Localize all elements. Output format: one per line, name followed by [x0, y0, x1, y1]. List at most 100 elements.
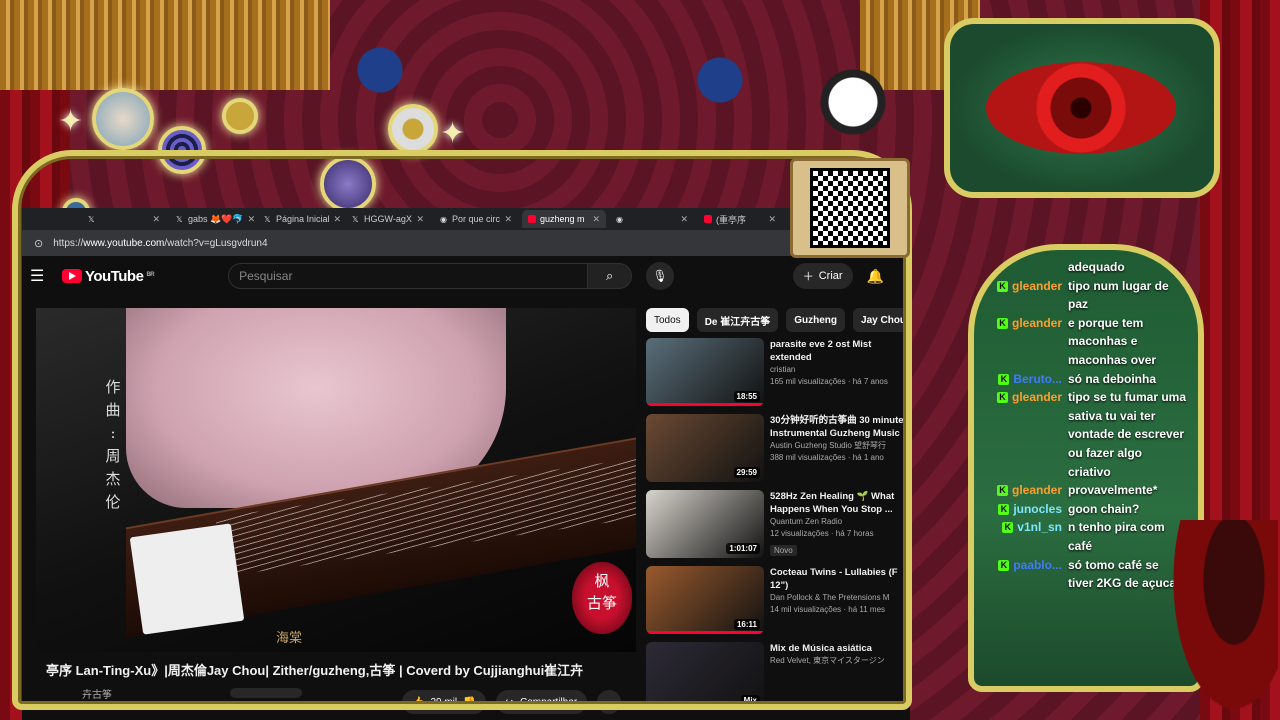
recommendation-meta: 528Hz Zen Healing 🌱 What Happens When Yo…: [770, 490, 906, 566]
channel-seal: 枫 古筝: [572, 562, 632, 634]
composer-calligraphy: 作曲: 周杰伦: [102, 376, 124, 514]
close-icon[interactable]: ✕: [768, 214, 776, 225]
recommendation-channel[interactable]: cristian: [770, 364, 906, 376]
avatar-orb-pineapple: [388, 104, 438, 154]
recommendation-item[interactable]: Mix Mix de Música asiática Red Velvet, 東京マ…: [646, 642, 906, 718]
chat-message-text: e porque tem maconhas e maconhas over: [1068, 315, 1157, 367]
menu-icon[interactable]: ☰: [30, 266, 48, 286]
browser-tab[interactable]: 𝕏 ✕: [82, 210, 166, 228]
address-bar: ⊙ https://www.youtube.com/watch?v=gLusgv…: [22, 230, 910, 256]
browser-tab[interactable]: guzheng m ✕: [522, 210, 606, 228]
recommendation-channel[interactable]: Quantum Zen Radio: [770, 516, 906, 528]
recommendation-item[interactable]: 18:55 parasite eve 2 ost Mist extended cri…: [646, 338, 906, 414]
recommendation-item[interactable]: 1:01:07 528Hz Zen Healing 🌱 What Happens …: [646, 490, 906, 566]
calligraphy-char: 曲: [105, 401, 121, 419]
kick-badge-icon: K: [1002, 522, 1014, 534]
filter-chip[interactable]: Guzheng: [786, 308, 846, 332]
close-icon[interactable]: ✕: [152, 214, 160, 225]
channel-name[interactable]: 卉古筝: [82, 686, 112, 701]
search-input[interactable]: [228, 263, 589, 289]
new-badge: Novo: [770, 545, 797, 556]
recommendation-title[interactable]: 528Hz Zen Healing 🌱 What Happens When Yo…: [770, 490, 906, 516]
chat-username-text[interactable]: v1nl_sn: [1017, 518, 1062, 555]
youtube-logo[interactable]: YouTube BR: [62, 268, 155, 285]
filter-chip[interactable]: De 崔江卉古筝: [696, 308, 779, 332]
browser-tab[interactable]: ◉ ✕: [610, 210, 694, 228]
search-button[interactable]: ⌕: [588, 263, 633, 289]
calligraphy-char: :: [110, 424, 116, 442]
tab-strip: 𝕏 ✕ 𝕏gabs 🦊❤️🐬 ✕ 𝕏 Página Inicial ✕ 𝕏 HGGW-agX ✕ ◉…: [22, 208, 910, 230]
chat-username[interactable]: Kv1nl_sn: [990, 518, 1068, 555]
drape-left: [0, 0, 330, 90]
browser-tab[interactable]: 𝕏 Página Inicial ✕: [258, 210, 342, 228]
video-thumbnail[interactable]: 1:01:07: [646, 490, 764, 558]
chat-message: Kpaablo... só tomo café se tiver 2KG de a…: [990, 556, 1190, 593]
create-button[interactable]: ＋ Criar: [792, 263, 853, 289]
kick-badge-icon: K: [998, 503, 1010, 515]
chat-username[interactable]: Kgleander: [990, 314, 1068, 370]
close-icon[interactable]: ✕: [248, 214, 254, 225]
x-icon: 𝕏: [352, 215, 359, 224]
qr-code: [810, 168, 890, 248]
close-icon[interactable]: ✕: [680, 214, 688, 225]
chat-username-text[interactable]: Beruto...: [1013, 370, 1062, 389]
chat-username[interactable]: Kjunocles: [990, 500, 1068, 519]
chat-username[interactable]: [990, 258, 1068, 277]
recommendation-item[interactable]: 16:11 Cocteau Twins - Lullabies (F 12") Da…: [646, 566, 906, 642]
duration-badge: 18:55: [733, 391, 760, 402]
youtube-header: ☰ YouTube BR ⌕ 🎙 ＋ Criar 🔔: [22, 256, 910, 296]
video-thumbnail[interactable]: 18:55: [646, 338, 764, 406]
close-icon[interactable]: ✕: [334, 214, 342, 225]
filter-chip[interactable]: Todos: [646, 308, 689, 332]
site-info-icon[interactable]: ⊙: [34, 237, 43, 250]
recommendation-title[interactable]: Cocteau Twins - Lullabies (F 12"): [770, 566, 906, 592]
video-thumbnail[interactable]: Mix: [646, 642, 764, 710]
browser-tab[interactable]: 𝕏 HGGW-agX ✕: [346, 210, 430, 228]
recommendation-title[interactable]: parasite eve 2 ost Mist extended: [770, 338, 906, 364]
recommendation-channel[interactable]: Red Velvet, 東京マイスタージン: [770, 655, 906, 667]
browser-tab[interactable]: 𝕏gabs 🦊❤️🐬 ✕: [170, 210, 254, 228]
browser-tab[interactable]: (重亭序 ✕: [698, 210, 782, 228]
chat-message: adequado: [990, 258, 1190, 277]
tab-label: HGGW-agX: [364, 214, 412, 224]
chat-username-text[interactable]: junocles: [1013, 500, 1062, 519]
chat-username-text[interactable]: paablo...: [1013, 556, 1062, 593]
notifications-bell-icon[interactable]: 🔔: [867, 268, 884, 285]
chat-username[interactable]: Kgleander: [990, 481, 1068, 500]
chat-message-text: provavelmente*: [1068, 483, 1158, 498]
chat-message: Kgleander provavelmente*: [990, 481, 1190, 500]
chat-username-text[interactable]: gleander: [1012, 277, 1062, 314]
chat-username[interactable]: K Beruto...: [990, 370, 1068, 389]
close-icon[interactable]: ✕: [592, 214, 600, 225]
filter-chip[interactable]: Jay Chou: [853, 308, 910, 332]
chat-username-text[interactable]: gleander: [1012, 314, 1062, 370]
voice-search-button[interactable]: 🎙: [646, 262, 675, 290]
recommendation-stats: 12 visualizações · há 7 horas: [770, 529, 874, 538]
avatar-orb-creature: [320, 156, 376, 212]
chat-username[interactable]: Kgleander: [990, 277, 1068, 314]
subscribe-button[interactable]: [230, 688, 302, 698]
calligraphy-char: 杰: [105, 470, 121, 488]
like-button[interactable]: 👍 29 mil 👎: [402, 690, 486, 714]
video-player[interactable]: 作曲: 周杰伦 枫 古筝 海棠: [36, 308, 636, 652]
video-thumbnail[interactable]: 16:11: [646, 566, 764, 634]
close-icon[interactable]: ✕: [416, 214, 424, 225]
recommendation-channel[interactable]: Dan Pollock & The Pretensions M: [770, 592, 906, 604]
recommendation-item[interactable]: 29:59 30分钟好听的古筝曲 30 minute Instrumental G…: [646, 414, 906, 490]
chat-username[interactable]: Kpaablo...: [990, 556, 1068, 593]
browser-tab[interactable]: ◉ Por que circ ✕: [434, 210, 518, 228]
recommendation-meta: Mix de Música asiática Red Velvet, 東京マイスタ…: [770, 642, 906, 718]
recommendation-title[interactable]: Mix de Música asiática: [770, 642, 906, 655]
url-field[interactable]: https://www.youtube.com/watch?v=gLusgvdr…: [53, 238, 784, 249]
recommendation-stats: 165 mil visualizações · há 7 anos: [770, 377, 888, 386]
more-actions-icon[interactable]: ⋯: [597, 690, 622, 714]
chat-username[interactable]: Kgleander: [990, 388, 1068, 481]
thumbs-down-icon[interactable]: 👎: [463, 697, 475, 708]
chat-username-text[interactable]: gleander: [1012, 388, 1062, 481]
chat-username-text[interactable]: gleander: [1012, 481, 1062, 500]
close-icon[interactable]: ✕: [504, 214, 512, 225]
recommendation-title[interactable]: 30分钟好听的古筝曲 30 minute Instrumental Guzhen…: [770, 414, 906, 440]
share-button[interactable]: ↪ Compartilhar: [495, 690, 588, 714]
video-thumbnail[interactable]: 29:59: [646, 414, 764, 482]
recommendation-channel[interactable]: Austin Guzheng Studio 望舒琴行: [770, 440, 906, 452]
